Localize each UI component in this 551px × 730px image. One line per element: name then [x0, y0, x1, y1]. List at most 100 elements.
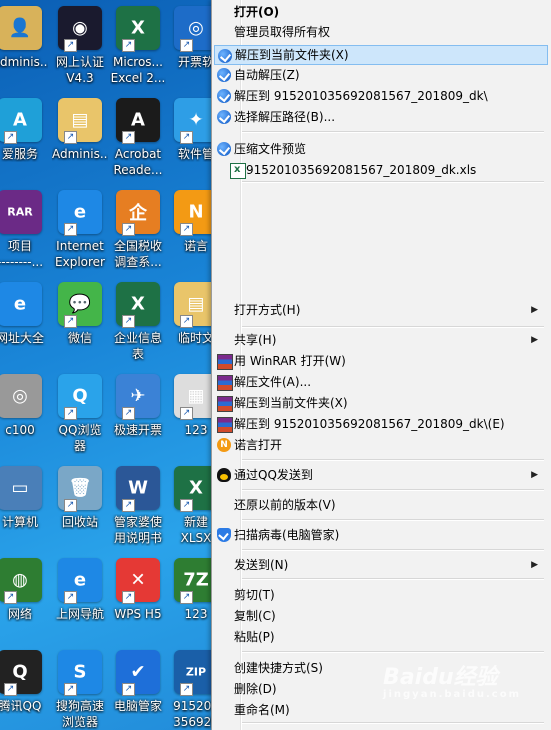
- menu-item[interactable]: 发送到(N) ▶: [214, 555, 546, 575]
- desktop-icon[interactable]: ✔ ↗ 电脑管家: [110, 650, 166, 714]
- shortcut-arrow-icon: ↗: [180, 407, 193, 420]
- menu-item[interactable]: 剪切(T): [214, 585, 546, 605]
- shortcut-arrow-icon: ↗: [122, 131, 135, 144]
- menu-item[interactable]: 扫描病毒(电脑管家): [214, 525, 546, 545]
- desktop-icon[interactable]: ▤ ↗ Adminis...: [52, 98, 108, 162]
- desktop-icon[interactable]: ◍ ↗ 网络: [0, 558, 48, 622]
- menu-separator: [242, 181, 544, 183]
- desktop-icon-image: e: [0, 282, 42, 326]
- menu-item-label: 扫描病毒(电脑管家): [234, 528, 340, 542]
- desktop-icon-label: 回收站: [61, 515, 98, 529]
- desktop-icon-glyph: ◍: [12, 569, 28, 591]
- desktop-icon-image: ▭: [0, 466, 42, 510]
- desktop: 👤 Adminis... ◉↗网上认证 V4.3 X↗ Micros... Excel …: [0, 0, 219, 730]
- desktop-icon[interactable]: W ↗ 管家婆使 用说明书: [110, 466, 166, 546]
- desktop-icon-image: ▤ ↗: [58, 98, 102, 144]
- context-menu: 打开(O) 管理员取得所有权解压到当前文件夹(X) 自动解压(Z) 解压到 91520…: [211, 0, 551, 730]
- desktop-icon[interactable]: A ↗ 爱服务: [0, 98, 48, 162]
- menu-item-label: 打开方式(H): [234, 303, 301, 317]
- desktop-icon[interactable]: e ↗ 上网导航: [52, 558, 108, 622]
- extract-here-icon: [218, 49, 232, 63]
- menu-item[interactable]: 解压到当前文件夹(X): [214, 45, 548, 65]
- desktop-icon[interactable]: 🗑 ↗ 回收站: [52, 466, 108, 530]
- desktop-icon-image: X ↗: [116, 282, 160, 328]
- desktop-icon[interactable]: 企 ↗ 全国税收 调查系...: [110, 190, 166, 270]
- menu-item[interactable]: 复制(C): [214, 606, 546, 626]
- desktop-icon-label: 网上认证 V4.3: [55, 55, 104, 85]
- desktop-icon-image: ◎: [0, 374, 42, 418]
- menu-item[interactable]: 打开方式(H) ▶: [214, 300, 546, 320]
- menu-item[interactable]: 共享(H) ▶: [214, 330, 546, 350]
- menu-item[interactable]: 压缩文件预览: [214, 139, 546, 159]
- menu-item[interactable]: 重命名(M): [214, 700, 546, 720]
- desktop-icon[interactable]: 👤 Adminis...: [0, 6, 48, 70]
- menu-item[interactable]: 解压文件(A)...: [214, 372, 546, 392]
- desktop-icon[interactable]: 💬 ↗ 微信: [52, 282, 108, 346]
- desktop-icon-glyph: 👤: [8, 17, 32, 39]
- desktop-icon-image: 🗑 ↗: [58, 466, 102, 512]
- menu-item-label: 管理员取得所有权: [234, 25, 331, 39]
- desktop-icon[interactable]: X ↗ 企业信息 表: [110, 282, 166, 362]
- desktop-icon[interactable]: S ↗ 搜狗高速 浏览器: [52, 650, 108, 730]
- menu-item[interactable]: 用 WinRAR 打开(W): [214, 351, 546, 371]
- menu-item[interactable]: 选择解压路径(B)...: [214, 107, 546, 127]
- desktop-icon[interactable]: ◎ c100: [0, 374, 48, 438]
- desktop-icon-glyph: ◎: [12, 385, 28, 407]
- desktop-icon-image: ✔ ↗: [116, 650, 160, 696]
- menu-item[interactable]: 解压到当前文件夹(X): [214, 393, 546, 413]
- desktop-icon-glyph: e: [73, 569, 87, 591]
- desktop-icon-image: ✕ ↗: [116, 558, 160, 604]
- desktop-icon-image: ◉ ↗: [58, 6, 102, 52]
- desktop-icon[interactable]: A ↗ Acrobat Reade...: [110, 98, 166, 178]
- desktop-icon[interactable]: X ↗ Micros... Excel 2...: [110, 6, 166, 86]
- desktop-icon-label: 企业信息 表: [113, 331, 162, 361]
- menu-item[interactable]: 粘贴(P): [214, 627, 546, 647]
- submenu-arrow-icon: ▶: [531, 470, 538, 480]
- desktop-icon-label: WPS H5: [114, 607, 162, 621]
- desktop-icon-glyph: 企: [129, 203, 147, 224]
- menu-item[interactable]: 自动解压(Z): [214, 65, 546, 85]
- desktop-icon[interactable]: ◉ ↗ 网上认证 V4.3: [52, 6, 108, 86]
- menu-item[interactable]: 打开(O): [214, 2, 546, 22]
- menu-item[interactable]: 通过QQ发送到 ▶: [214, 465, 546, 485]
- shortcut-arrow-icon: ↗: [64, 223, 77, 236]
- menu-item[interactable]: 管理员取得所有权: [214, 22, 546, 42]
- desktop-icon[interactable]: e 网址大全: [0, 282, 48, 346]
- desktop-icon-image: 💬 ↗: [58, 282, 102, 328]
- menu-item-label: 发送到(N): [234, 558, 289, 572]
- desktop-icon[interactable]: ✕ ↗ WPS H5: [110, 558, 166, 622]
- menu-item[interactable]: N 诺言打开: [214, 435, 546, 455]
- menu-separator: [242, 549, 544, 551]
- desktop-icon-glyph: 🗑: [68, 477, 92, 499]
- desktop-icon-label: 腾讯QQ: [0, 699, 42, 713]
- desktop-icon-image: ◍ ↗: [0, 558, 42, 604]
- choose-path-icon: [217, 110, 231, 124]
- shortcut-arrow-icon: ↗: [64, 407, 77, 420]
- menu-item-label: 粘贴(P): [234, 630, 275, 644]
- desktop-icon-glyph: ✔: [130, 661, 146, 683]
- desktop-icon-label: Micros... Excel 2...: [110, 55, 166, 85]
- desktop-icon-image: 企 ↗: [116, 190, 160, 236]
- desktop-icon-label: Adminis...: [0, 55, 48, 69]
- shortcut-arrow-icon: ↗: [180, 591, 193, 604]
- menu-item[interactable]: 915201035692081567_201809_dk.xls: [214, 160, 546, 180]
- shortcut-arrow-icon: ↗: [122, 499, 135, 512]
- desktop-icon[interactable]: Q ↗ 腾讯QQ: [0, 650, 48, 714]
- desktop-icon[interactable]: Q ↗ QQ浏览 器: [52, 374, 108, 454]
- menu-item[interactable]: 解压到 915201035692081567_201809_dk\(E): [214, 414, 546, 434]
- shortcut-arrow-icon: ↗: [180, 39, 193, 52]
- desktop-icon-label: QQ浏览 器: [58, 423, 102, 453]
- shortcut-arrow-icon: ↗: [122, 39, 135, 52]
- desktop-icon[interactable]: e ↗ Internet Explorer: [52, 190, 108, 270]
- menu-item-label: 解压到当前文件夹(X): [235, 48, 349, 62]
- desktop-icon[interactable]: RAR 项目 --------...: [0, 190, 48, 270]
- shortcut-arrow-icon: ↗: [4, 683, 17, 696]
- menu-item-label: 解压到当前文件夹(X): [234, 396, 348, 410]
- desktop-icon[interactable]: ✈ ↗ 极速开票: [110, 374, 166, 438]
- desktop-icon-glyph: W: [128, 477, 148, 499]
- menu-item[interactable]: 还原以前的版本(V): [214, 495, 546, 515]
- menu-item[interactable]: 解压到 915201035692081567_201809_dk\: [214, 86, 546, 106]
- desktop-icon[interactable]: ▭ 计算机: [0, 466, 48, 530]
- menu-item-label: 解压到 915201035692081567_201809_dk\: [234, 89, 488, 103]
- menu-item-label: 用 WinRAR 打开(W): [234, 354, 346, 368]
